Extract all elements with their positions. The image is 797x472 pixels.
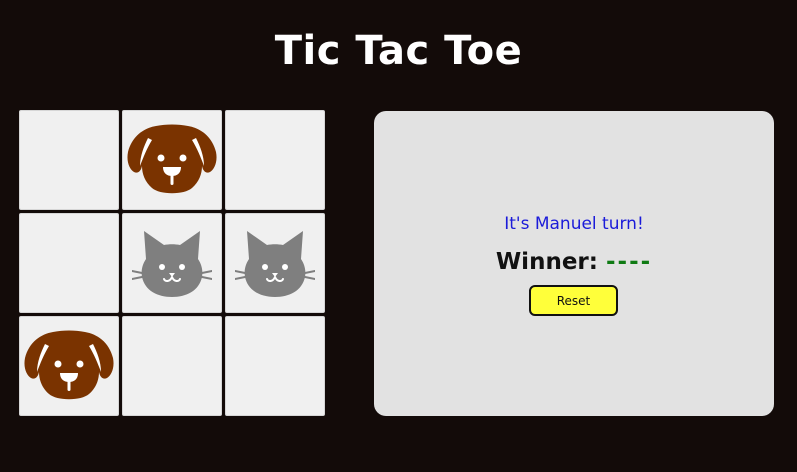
dog-icon [24, 330, 114, 400]
winner-display: Winner: ---- [374, 249, 774, 275]
winner-label: Winner: [495, 249, 598, 275]
board-cell-1-0[interactable] [19, 213, 119, 313]
board-cell-2-0[interactable] [19, 316, 119, 416]
status-panel: It's Manuel turn! Winner: ---- Reset [374, 111, 774, 416]
game-board [19, 110, 327, 418]
board-cell-2-2[interactable] [225, 316, 325, 416]
board-cell-0-0[interactable] [19, 110, 119, 210]
turn-indicator: It's Manuel turn! [504, 214, 644, 234]
cat-icon [132, 231, 212, 297]
winner-value: ---- [605, 249, 653, 275]
board-cell-0-2[interactable] [225, 110, 325, 210]
board-cell-0-1[interactable] [122, 110, 222, 210]
reset-button[interactable]: Reset [529, 285, 618, 316]
cat-icon [235, 231, 315, 297]
game-title: Tic Tac Toe [274, 28, 523, 74]
board-cell-1-1[interactable] [122, 213, 222, 313]
board-cell-2-1[interactable] [122, 316, 222, 416]
board-cell-1-2[interactable] [225, 213, 325, 313]
dog-icon [127, 124, 217, 194]
